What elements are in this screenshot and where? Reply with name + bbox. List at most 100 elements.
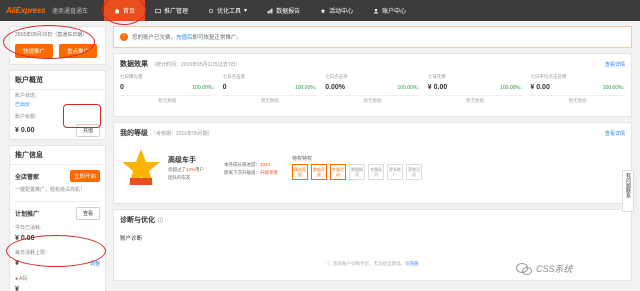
metric-empty: 暂无数据 [120, 95, 215, 104]
metric-change: 100.00%↓ [294, 85, 318, 91]
next-level-value: 升级享受 [260, 169, 278, 175]
all-store-label: 全店管家 [15, 174, 40, 181]
promo-info-card: 推广信息 全店管家 立即开启 一键配置推广，轻松抢占商机！ 计划推广 查看 今日… [9, 145, 106, 291]
privilege-item[interactable]: 营销活动 [406, 164, 422, 180]
view-plan-button[interactable]: 查看 [75, 207, 100, 220]
daily-limit-label: 每日消耗上限： [15, 250, 51, 256]
side-help-text: 有问题联系 [625, 173, 631, 198]
metric-empty: 暂无数据 [222, 95, 318, 104]
report-icon [267, 8, 273, 13]
key-promote-button[interactable]: 重点推广 [59, 44, 97, 58]
metric-change: 100.00%↓ [602, 85, 625, 91]
account-status: 已出价 [15, 102, 31, 108]
metric-label: 七日点击率 [325, 74, 348, 79]
metric-value: ¥ 0.00 [530, 84, 550, 91]
privilege-item[interactable]: 更多推广 [387, 164, 403, 180]
account-status-label: 账户状态： [15, 93, 41, 99]
nav-activity[interactable]: 活动中心 [310, 0, 363, 21]
side-help-widget[interactable]: 有问题联系 [622, 170, 634, 212]
main-nav: 首页 推广管理 优化工具 ▾ 数据报告 活动中心 账户中心 [104, 0, 416, 21]
level-desc-a: 您超过了 [168, 166, 186, 172]
tool-icon [208, 8, 214, 13]
badge-label: 车手 [243, 197, 252, 202]
progress-label: 本月成长值进度： [224, 161, 260, 167]
daily-limit-value: ¥ [15, 260, 19, 267]
privilege-item[interactable]: 专属活动 [330, 164, 346, 180]
help-icon[interactable]: ⓘ [158, 218, 163, 224]
metric-value: 0 [222, 84, 227, 91]
metric-ctr: 七日点击率 0.00% 100.00%↓ 暂无数据 [325, 72, 428, 104]
arrears-notice: ! 您的账户已欠费， 充值后 即可恢复正常推广。 [113, 26, 632, 48]
privilege-item[interactable]: 数据开放 [311, 164, 327, 180]
level-desc: 您超过了12%用户 [168, 167, 218, 173]
balance-label: 账户余额： [15, 114, 41, 120]
recharge-button[interactable]: 充值 [75, 124, 100, 137]
promo-date: 2016年05月10日（直通车日期） [15, 32, 88, 38]
metric-empty: 暂无数据 [427, 95, 523, 104]
nav-label: 首页 [123, 9, 136, 15]
adjust-limit-link[interactable]: 调整 [90, 260, 100, 267]
metric-cpc: 七日平均点击花费 ¥ 0.00 100.00%↓ 暂无数据 [530, 72, 625, 104]
metric-change: 100.00%↓ [500, 85, 523, 91]
watermark-text: CSS系统 [536, 264, 573, 274]
nav-label: 数据报告 [276, 9, 301, 15]
panel-title: 数据效果 [120, 61, 148, 68]
level-details-link[interactable]: 查看详情 [605, 130, 625, 137]
privileges: 特权特权 精选直投 数据开放 专属活动 数据概况 专属顾问 更多推广 营销活动 [292, 155, 625, 180]
data-details-link[interactable]: 查看详情 [605, 61, 625, 68]
nav-promote[interactable]: 推广管理 [145, 0, 198, 21]
metric-change: 100.00%↓ [397, 85, 420, 91]
aliexpress-logo[interactable]: AliExpress [0, 0, 46, 21]
metric-label: 七日点击量 [222, 74, 246, 79]
metric-value: ¥ 0.00 [427, 84, 448, 91]
nav-label: 活动中心 [329, 9, 354, 15]
privilege-item[interactable]: 数据概况 [349, 164, 365, 180]
nav-account[interactable]: 账户中心 [363, 0, 416, 21]
notice-text-b: 即可恢复正常推广。 [192, 35, 243, 41]
level-progress: 本月成长值进度：2322 距离下次升级值：升级享受 [224, 160, 286, 176]
account-overview-card: 账户概览 账户状态： 已出价 账户余额： ¥ 0.00 充值 [9, 70, 106, 140]
privilege-item[interactable]: 专属顾问 [368, 164, 384, 180]
nav-tools[interactable]: 优化工具 ▾ [198, 0, 257, 21]
metric-empty: 暂无数据 [325, 95, 420, 104]
panel-title: 我的等级 [120, 130, 148, 137]
enable-all-store-button[interactable]: 立即开启 [69, 170, 100, 182]
activity-icon [320, 8, 326, 13]
metric-clicks: 七日点击量 0 100.00%↓ 暂无数据 [222, 72, 326, 104]
my-level-panel: 我的等级 （考核期：2016年05月期） 查看详情 车手 高级车手 您超过了12%… [113, 122, 632, 204]
diagnosis-recharge-link[interactable]: 充值 [410, 261, 419, 267]
data-effect-panel: 数据效果 （统计时间：2016年05月11日过去7日） 查看详情 七日曝光量 0 1… [113, 53, 632, 117]
nav-label: 账户中心 [382, 9, 407, 15]
plan-label: 计划推广 [15, 212, 40, 218]
privileges-title: 特权特权 [292, 156, 313, 162]
left-column: 2016年05月10日（直通车日期） 快速推广 重点推广 账户概览 账户状态： … [9, 26, 106, 291]
privilege-grid: 精选直投 数据开放 专属活动 数据概况 专属顾问 更多推广 营销活动 [292, 164, 625, 180]
notice-text-a: 您的账户已欠费， [132, 35, 177, 41]
panel-subtitle: （统计时间：2016年05月11日过去7日） [151, 62, 241, 68]
panel-title: 诊断与优化 [120, 217, 155, 224]
nav-home[interactable]: 首页 [104, 0, 146, 21]
shop-name: 速卖通直通车 [52, 9, 89, 15]
next-level-label: 距离下次升级值： [224, 169, 260, 175]
pro-label: ● A码 [10, 273, 105, 284]
nav-label: 推广管理 [164, 9, 189, 15]
location-icon: ● [15, 276, 19, 282]
metric-value: 0.00% [325, 84, 346, 91]
today-spend-value: ¥ 0.00 [15, 235, 35, 242]
nav-report[interactable]: 数据报告 [257, 0, 310, 21]
panel-subtitle: （考核期：2016年05月期） [151, 131, 213, 137]
top-bar: AliExpress 速卖通直通车 首页 推广管理 优化工具 ▾ 数据报告 活动… [0, 0, 640, 21]
recharge-link[interactable]: 充值后 [176, 33, 193, 41]
warning-icon: ! [120, 33, 128, 41]
promo-card: 2016年05月10日（直通车日期） 快速推广 重点推广 [9, 26, 106, 65]
progress-value: 2322 [260, 161, 271, 167]
metric-empty: 暂无数据 [530, 95, 625, 104]
home-icon [114, 8, 120, 13]
balance-value: ¥ 0.00 [15, 127, 35, 134]
quick-promote-button[interactable]: 快速推广 [15, 44, 53, 58]
diagnosis-sub: 账户诊断 [120, 236, 143, 242]
privilege-item[interactable]: 精选直投 [292, 164, 308, 180]
metric-value: 0 [120, 84, 124, 91]
metric-label: 七日平均点击花费 [530, 74, 567, 79]
wechat-icon [516, 262, 532, 275]
